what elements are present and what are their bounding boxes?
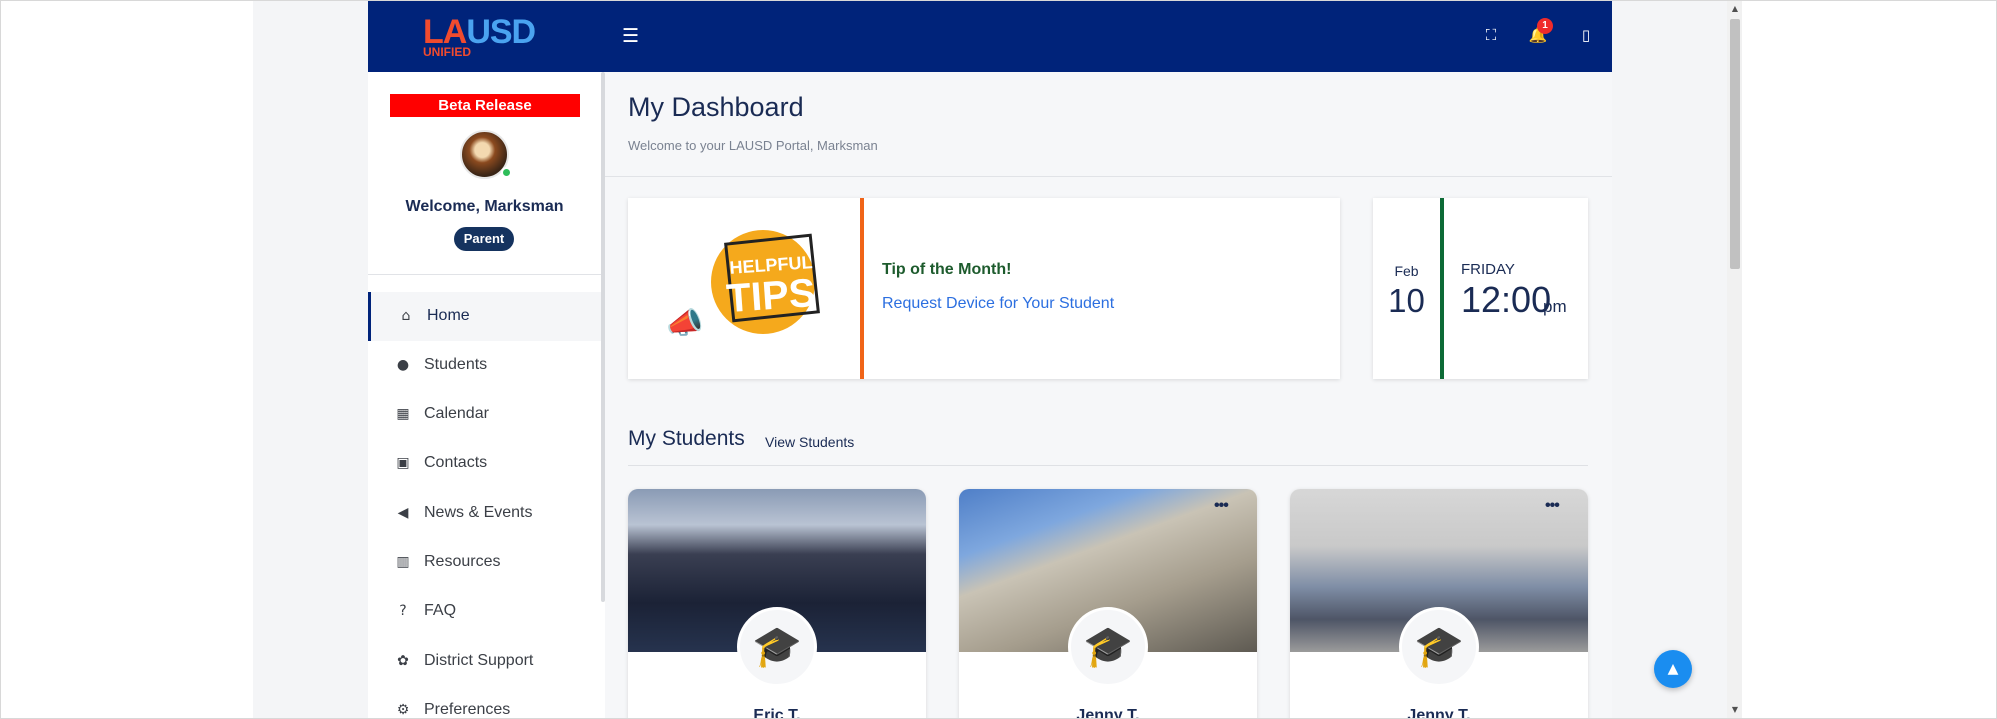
gear-icon: ⚙ bbox=[396, 702, 410, 718]
page-margin-right bbox=[1742, 1, 1996, 718]
sidebar-item-label: Calendar bbox=[424, 405, 489, 422]
calendar-icon: ▦ bbox=[396, 406, 410, 422]
sidebar-item-label: Students bbox=[424, 356, 488, 373]
student-avatar: 🎓 bbox=[737, 607, 817, 687]
welcome-message: Welcome, Marksman bbox=[405, 198, 564, 215]
student-name: Eric T. bbox=[753, 707, 801, 718]
contact-card-icon: ▣ bbox=[396, 455, 410, 471]
sidebar-item-label: Contacts bbox=[424, 454, 488, 471]
student-name: Jenny T. bbox=[1076, 707, 1140, 718]
scroll-to-top-button[interactable]: ▲ bbox=[1654, 650, 1692, 688]
view-students-link[interactable]: View Students bbox=[765, 434, 854, 450]
top-navbar: LAUSD UNIFIED ☰ ⛶ 🔔 1 ▯ bbox=[368, 1, 1612, 72]
weekday: FRIDAY bbox=[1461, 261, 1515, 278]
megaphone-icon: ◀ bbox=[397, 505, 409, 521]
sidebar-item-label: FAQ bbox=[424, 602, 457, 619]
beta-release-banner: Beta Release bbox=[390, 94, 580, 117]
sidebar-item-resources[interactable]: ▥ Resources bbox=[368, 538, 601, 587]
megaphone-icon: 📣 bbox=[666, 306, 704, 341]
sidebar-item-preferences[interactable]: ⚙ Preferences bbox=[368, 686, 601, 718]
graduate-icon: 🎓 bbox=[1414, 624, 1464, 670]
logo-text-usd: USD bbox=[466, 13, 536, 51]
sidebar-item-district-support[interactable]: ✿ District Support bbox=[368, 637, 601, 686]
main-content: My Dashboard Welcome to your LAUSD Porta… bbox=[605, 72, 1612, 718]
sidebar-item-label: Preferences bbox=[424, 701, 511, 718]
section-divider bbox=[628, 465, 1588, 466]
student-card[interactable]: ••• 🎓 Jenny T. bbox=[1290, 489, 1588, 718]
helpful-tips-illustration: HELPFUL TIPS 📣 bbox=[666, 230, 820, 350]
tip-accent-bar bbox=[860, 198, 864, 379]
tip-link[interactable]: Request Device for Your Student bbox=[882, 295, 1114, 313]
books-icon: ▥ bbox=[396, 554, 410, 570]
student-name: Jenny T. bbox=[1407, 707, 1471, 718]
student-card[interactable]: 🎓 Eric T. bbox=[628, 489, 926, 718]
page-scrollbar[interactable]: ▲ ▼ bbox=[1727, 1, 1742, 718]
sidebar-item-label: Home bbox=[427, 307, 470, 324]
page-title: My Dashboard bbox=[628, 92, 804, 122]
user-icon: ● bbox=[396, 357, 410, 373]
tip-of-month-card: HELPFUL TIPS 📣 Tip of the Month! Request… bbox=[628, 198, 1340, 379]
scroll-up-arrow-icon[interactable]: ▲ bbox=[1730, 4, 1740, 14]
date-day: 10 bbox=[1388, 282, 1425, 319]
sidebar-item-contacts[interactable]: ▣ Contacts bbox=[368, 439, 601, 488]
sidebar-item-label: District Support bbox=[424, 652, 534, 669]
student-card[interactable]: ••• 🎓 Jenny T. bbox=[959, 489, 1257, 718]
date-accent-bar bbox=[1440, 198, 1444, 379]
hamburger-icon[interactable]: ☰ bbox=[622, 25, 640, 47]
date-month: Feb bbox=[1394, 263, 1419, 279]
page-margin-left bbox=[1, 1, 253, 718]
header-divider bbox=[605, 176, 1612, 177]
page-subtitle: Welcome to your LAUSD Portal, Marksman bbox=[628, 138, 878, 153]
role-badge: Parent bbox=[454, 227, 514, 251]
time-ampm: pm bbox=[1543, 297, 1567, 316]
tips-art-line2: TIPS bbox=[725, 270, 817, 322]
sidebar-item-home[interactable]: ⌂ Home bbox=[368, 292, 601, 341]
more-options-icon[interactable]: ••• bbox=[1545, 497, 1560, 515]
graduate-icon: 🎓 bbox=[752, 624, 802, 670]
student-avatar: 🎓 bbox=[1399, 607, 1479, 687]
my-students-heading: My Students bbox=[628, 427, 745, 450]
lifebuoy-icon: ✿ bbox=[397, 653, 409, 669]
sidebar-item-students[interactable]: ● Students bbox=[368, 341, 601, 390]
date-time-card: Feb 10 FRIDAY 12:00 pm bbox=[1373, 198, 1588, 379]
tip-title: Tip of the Month! bbox=[882, 261, 1012, 278]
student-avatar: 🎓 bbox=[1068, 607, 1148, 687]
page-background-left bbox=[253, 1, 368, 718]
more-options-icon[interactable]: ••• bbox=[1214, 497, 1229, 515]
home-icon: ⌂ bbox=[401, 308, 411, 324]
scroll-down-arrow-icon[interactable]: ▼ bbox=[1730, 705, 1740, 715]
sidebar-item-faq[interactable]: ? FAQ bbox=[368, 587, 601, 636]
time-value: 12:00 bbox=[1461, 279, 1552, 320]
page-background-right bbox=[1612, 1, 1727, 718]
graduate-icon: 🎓 bbox=[1083, 624, 1133, 670]
portal-app: LAUSD UNIFIED ☰ ⛶ 🔔 1 ▯ Beta Release Wel… bbox=[368, 1, 1612, 718]
panel-toggle-icon[interactable]: ▯ bbox=[1576, 23, 1596, 47]
sidebar-item-label: Resources bbox=[424, 553, 501, 570]
scrollbar-thumb[interactable] bbox=[1730, 19, 1740, 269]
online-status-dot bbox=[501, 167, 512, 178]
lausd-logo[interactable]: LAUSD UNIFIED bbox=[423, 15, 553, 60]
sidebar-item-label: News & Events bbox=[424, 504, 533, 521]
notification-badge: 1 bbox=[1537, 18, 1553, 34]
sidebar-item-news-events[interactable]: ◀ News & Events bbox=[368, 489, 601, 538]
sidebar: Beta Release Welcome, Marksman Parent ⌂ … bbox=[368, 72, 605, 718]
fullscreen-icon[interactable]: ⛶ bbox=[1481, 23, 1501, 47]
sidebar-divider bbox=[368, 274, 601, 275]
question-icon: ? bbox=[399, 603, 407, 619]
sidebar-item-calendar[interactable]: ▦ Calendar bbox=[368, 390, 601, 439]
